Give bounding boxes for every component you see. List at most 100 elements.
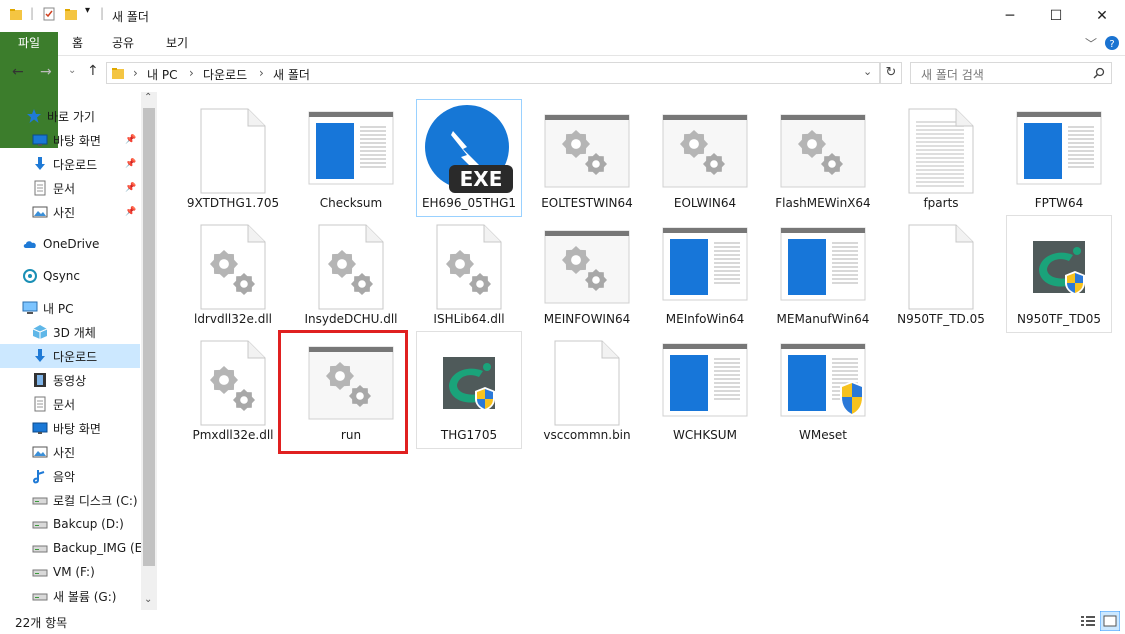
sidebar-item[interactable]: 새 볼륨 (G:) — [0, 584, 140, 608]
sidebar-item-label: 바로 가기 — [47, 109, 95, 124]
file-text-icon — [889, 106, 993, 196]
desktop-icon — [32, 420, 48, 436]
qa-dropdown-icon[interactable]: ▾ — [85, 5, 90, 16]
file-item[interactable]: EXE EH696_05THG1 — [416, 99, 522, 217]
minimize-button[interactable]: ─ — [987, 0, 1033, 32]
file-gearwin-icon — [535, 222, 639, 312]
close-button[interactable]: ✕ — [1079, 0, 1125, 32]
sidebar-item-label: 동영상 — [53, 373, 87, 388]
sidebar-item[interactable]: 로컬 디스크 (C:) — [0, 488, 140, 512]
tab-home[interactable]: 홈 — [58, 32, 97, 55]
sidebar-item[interactable]: Backup_IMG (E:) — [0, 536, 151, 560]
download-icon — [32, 348, 48, 364]
sidebar-item[interactable]: 음악 — [0, 464, 140, 488]
sidebar-item[interactable]: 다운로드 — [0, 344, 140, 368]
file-geardoc-icon — [417, 222, 521, 312]
file-item[interactable]: Pmxdll32e.dll — [181, 332, 285, 448]
document-icon — [32, 396, 48, 412]
music-icon — [32, 468, 48, 484]
exe-badge-text: EXE — [460, 167, 503, 191]
breadcrumb-downloads[interactable]: 다운로드 — [203, 66, 247, 83]
sidebar-item[interactable]: 사진 — [0, 440, 140, 464]
breadcrumb-new-folder[interactable]: 새 폴더 — [273, 66, 310, 83]
tab-share[interactable]: 공유 — [98, 32, 148, 55]
sidebar-item[interactable]: 사진 📌 — [0, 200, 140, 224]
file-gearwin-icon — [535, 106, 639, 196]
search-icon — [1093, 67, 1105, 79]
file-item[interactable]: MEINFOWIN64 — [535, 216, 639, 332]
scroll-down-icon[interactable]: ⌄ — [144, 594, 152, 605]
details-view-icon[interactable] — [1079, 612, 1097, 630]
file-item[interactable]: MEManufWin64 — [771, 216, 875, 332]
file-blank-icon — [535, 338, 639, 428]
breadcrumb-pc[interactable]: 내 PC — [147, 66, 177, 83]
file-item[interactable]: Checksum — [299, 100, 403, 216]
nav-scrollbar[interactable]: ⌃ ⌄ — [141, 92, 157, 610]
sidebar-item[interactable]: Qsync — [0, 264, 140, 288]
search-input[interactable]: 새 폴더 검색 — [921, 66, 984, 83]
sync-icon — [22, 268, 38, 284]
file-item[interactable]: fparts — [889, 100, 993, 216]
pin-icon: 📌 — [125, 159, 137, 169]
refresh-icon[interactable]: ↻ — [880, 62, 902, 84]
recent-dropdown-icon[interactable]: ⌄ — [68, 65, 76, 76]
file-name: 9XTDTHG1.705 — [186, 196, 280, 210]
file-exe-icon: EXE — [417, 105, 521, 196]
up-icon[interactable]: ↑ — [87, 63, 99, 79]
status-bar: 22개 항목 — [0, 610, 1125, 634]
file-item[interactable]: ISHLib64.dll — [417, 216, 521, 332]
forward-icon[interactable]: → — [40, 64, 52, 80]
file-item[interactable]: vsccommn.bin — [535, 332, 639, 448]
new-folder-icon[interactable] — [64, 7, 78, 21]
tab-view[interactable]: 보기 — [152, 32, 202, 55]
sidebar-item[interactable]: 문서 📌 — [0, 176, 140, 200]
file-item[interactable]: WCHKSUM — [653, 332, 757, 448]
back-icon[interactable]: ← — [12, 64, 24, 80]
file-item[interactable]: N950TF_TD05 — [1006, 215, 1112, 333]
sidebar-item[interactable]: 동영상 — [0, 368, 140, 392]
address-bar[interactable]: › 내 PC › 다운로드 › 새 폴더 ⌄ — [106, 62, 880, 84]
search-box[interactable]: 새 폴더 검색 — [910, 62, 1112, 84]
sidebar-item[interactable]: 내 PC — [0, 296, 140, 320]
sidebar-item[interactable]: OneDrive — [0, 232, 140, 256]
file-item[interactable]: THG1705 — [416, 331, 522, 449]
sidebar-item-label: 음악 — [53, 469, 76, 484]
file-item[interactable]: N950TF_TD.05 — [889, 216, 993, 332]
file-item[interactable]: InsydeDCHU.dll — [299, 216, 403, 332]
address-dropdown-icon[interactable]: ⌄ — [863, 65, 872, 78]
ribbon-expand-icon[interactable]: ﹀ — [1085, 35, 1097, 52]
scroll-thumb[interactable] — [143, 108, 155, 566]
breadcrumb-sep: › — [189, 66, 194, 80]
sidebar-item[interactable]: 다운로드 📌 — [0, 152, 140, 176]
help-icon[interactable]: ? — [1105, 36, 1119, 50]
file-item[interactable]: EOLTESTWIN64 — [535, 100, 639, 216]
sidebar-item[interactable]: 문서 — [0, 392, 140, 416]
file-item[interactable]: WMeset — [771, 332, 875, 448]
file-item[interactable]: FlashMEWinX64 — [771, 100, 875, 216]
maximize-button[interactable]: ☐ — [1033, 0, 1079, 32]
sidebar-item-label: Bakcup (D:) — [53, 517, 124, 531]
scroll-up-icon[interactable]: ⌃ — [144, 92, 152, 103]
sidebar-item-label: 사진 — [53, 205, 76, 220]
title-bar: | ▾ | 새 폴더 ─ ☐ ✕ — [0, 0, 1125, 32]
sidebar-item[interactable]: 3D 개체 — [0, 320, 140, 344]
file-window-icon — [299, 106, 403, 196]
folder-icon[interactable] — [9, 7, 23, 21]
file-name: MEINFOWIN64 — [543, 312, 631, 326]
file-item[interactable]: EOLWIN64 — [653, 100, 757, 216]
file-item[interactable]: MEInfoWin64 — [653, 216, 757, 332]
sidebar-item[interactable]: VM (F:) — [0, 560, 140, 584]
star-icon — [26, 108, 42, 124]
file-item[interactable]: ldrvdll32e.dll — [181, 216, 285, 332]
pin-icon: 📌 — [125, 183, 137, 193]
large-icons-view-icon[interactable] — [1100, 611, 1120, 631]
file-item[interactable]: FPTW64 — [1007, 100, 1111, 216]
sidebar-item[interactable]: 바탕 화면 — [0, 416, 140, 440]
properties-icon[interactable] — [42, 7, 56, 21]
pin-icon: 📌 — [125, 207, 137, 217]
sidebar-item[interactable]: Bakcup (D:) — [0, 512, 140, 536]
sidebar-item[interactable]: 바로 가기 — [0, 104, 140, 128]
file-name: EOLWIN64 — [673, 196, 737, 210]
sidebar-item[interactable]: 바탕 화면 📌 — [0, 128, 140, 152]
file-item[interactable]: 9XTDTHG1.705 — [181, 100, 285, 216]
